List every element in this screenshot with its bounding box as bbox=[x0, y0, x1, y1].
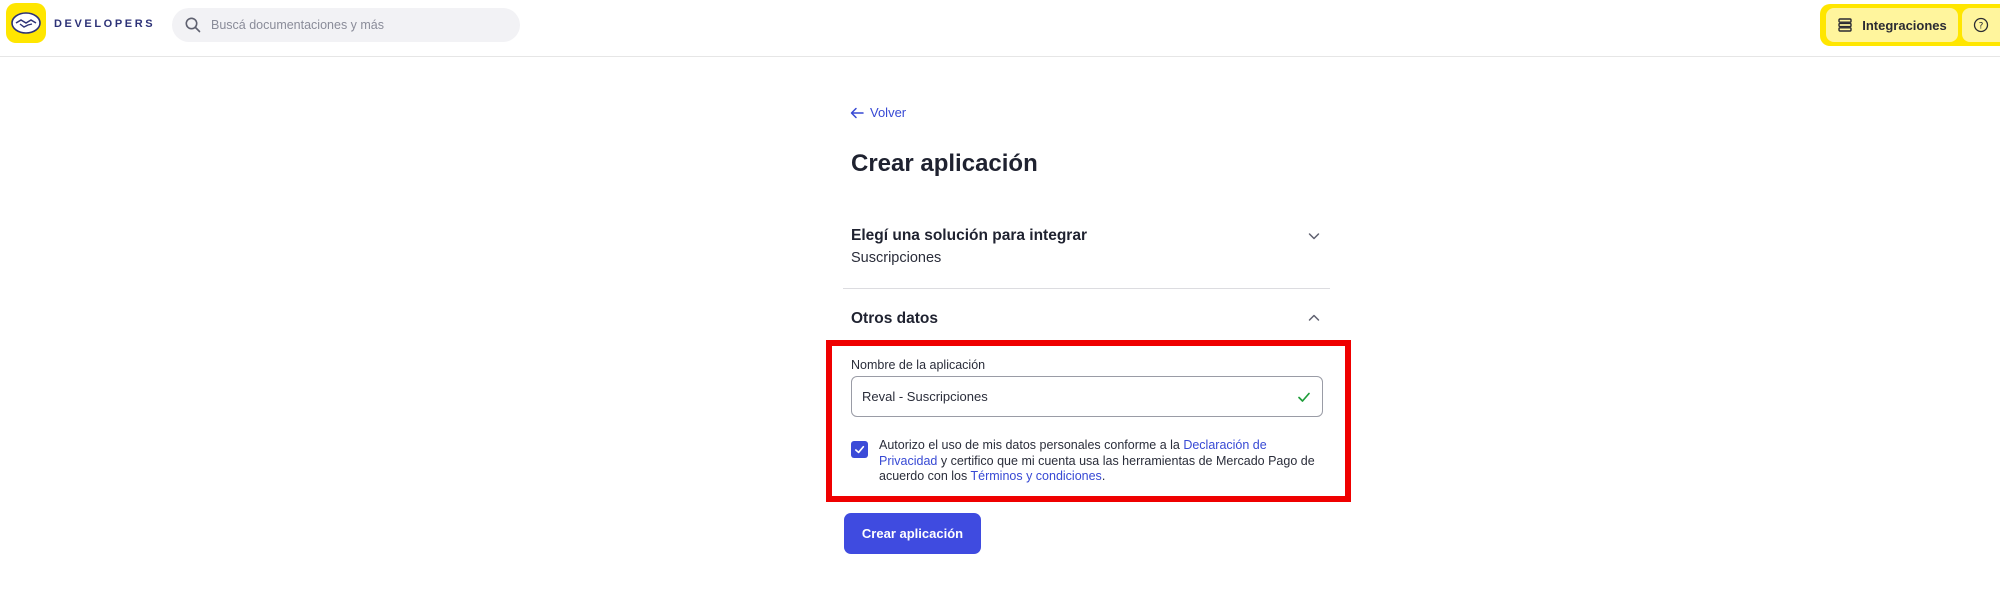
chevron-down-icon[interactable] bbox=[1306, 228, 1322, 244]
chevron-up-icon[interactable] bbox=[1306, 310, 1322, 326]
app-name-value: Reval - Suscripciones bbox=[862, 389, 988, 404]
top-navigation-bar: DEVELOPERS Buscá documentaciones y más I… bbox=[0, 0, 2000, 57]
page-title: Crear aplicación bbox=[851, 150, 1038, 177]
consent-text: Autorizo el uso de mis datos personales … bbox=[879, 438, 1324, 485]
search-input[interactable]: Buscá documentaciones y más bbox=[211, 18, 384, 32]
consent-text-end: . bbox=[1101, 469, 1106, 483]
checkmark-icon bbox=[855, 445, 865, 454]
search-icon bbox=[185, 17, 201, 33]
arrow-left-icon bbox=[850, 107, 864, 118]
valid-check-icon bbox=[1298, 392, 1310, 402]
brand-name: DEVELOPERS bbox=[54, 18, 156, 30]
handshake-icon bbox=[11, 12, 41, 34]
create-application-button[interactable]: Crear aplicación bbox=[844, 513, 981, 554]
section-divider bbox=[843, 288, 1330, 289]
consent-text-part-1: Autorizo el uso de mis datos personales … bbox=[879, 438, 1184, 452]
question-circle-icon: ? bbox=[1973, 17, 1989, 33]
svg-text:?: ? bbox=[1979, 21, 1984, 31]
integrations-label: Integraciones bbox=[1862, 17, 1947, 33]
stack-icon bbox=[1838, 18, 1852, 32]
back-link[interactable]: Volver bbox=[850, 105, 906, 120]
help-button[interactable]: ? bbox=[1962, 8, 2000, 42]
selected-solution: Suscripciones bbox=[851, 250, 942, 266]
mercadopago-logo[interactable] bbox=[6, 3, 46, 43]
consent-checkbox[interactable] bbox=[851, 441, 868, 458]
app-name-label: Nombre de la aplicación bbox=[851, 358, 986, 372]
integrations-button[interactable]: Integraciones bbox=[1826, 8, 1958, 42]
terms-link[interactable]: Términos y condiciones bbox=[971, 469, 1102, 483]
app-name-input[interactable]: Reval - Suscripciones bbox=[851, 376, 1323, 417]
other-data-section-title[interactable]: Otros datos bbox=[851, 310, 938, 328]
back-label: Volver bbox=[870, 105, 907, 120]
solution-section-title[interactable]: Elegí una solución para integrar bbox=[851, 227, 1087, 245]
search-bar[interactable]: Buscá documentaciones y más bbox=[172, 8, 520, 42]
